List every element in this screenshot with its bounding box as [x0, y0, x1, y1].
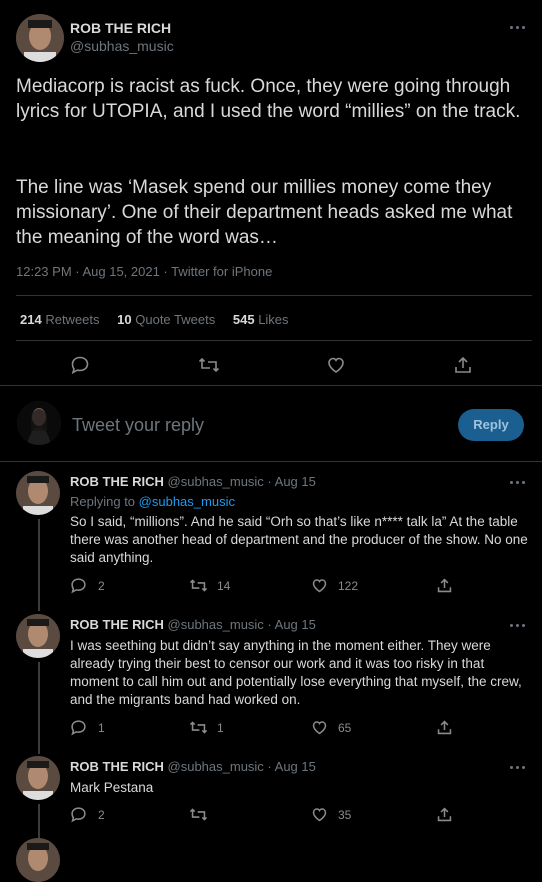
reply-author-handle-date[interactable]: @subhas_music · Aug 15: [168, 474, 316, 489]
divider: [0, 461, 542, 462]
retweet-count: 14: [217, 579, 231, 593]
reply-icon[interactable]: [70, 355, 90, 375]
reply-count: 2: [98, 808, 105, 822]
like-icon[interactable]: [311, 806, 328, 823]
retweet-icon[interactable]: [189, 806, 208, 823]
share-icon[interactable]: [436, 806, 453, 823]
retweet-icon[interactable]: [189, 577, 208, 594]
divider: [16, 295, 532, 296]
reply-text: Mark Pestana: [70, 780, 154, 795]
replying-to-link[interactable]: @subhas_music: [139, 494, 235, 509]
retweet-icon[interactable]: [189, 719, 208, 736]
like-count: 122: [338, 579, 359, 593]
main-tweet-text-1: Mediacorp is racist as fuck. Once, they …: [16, 76, 521, 122]
share-icon[interactable]: [453, 355, 473, 375]
main-author-handle[interactable]: @subhas_music: [70, 38, 174, 54]
like-count: 35: [338, 808, 352, 822]
replying-to: Replying to @subhas_music: [70, 494, 235, 509]
reply-icon[interactable]: [70, 577, 87, 594]
reply-count: 1: [98, 721, 105, 735]
like-icon[interactable]: [311, 577, 328, 594]
more-icon[interactable]: [508, 619, 528, 633]
main-author-name[interactable]: ROB THE RICH: [70, 20, 171, 36]
reply-count: 2: [98, 579, 105, 593]
reply-header: ROB THE RICH @subhas_music · Aug 15: [70, 759, 316, 774]
like-icon[interactable]: [326, 355, 346, 375]
reply-icon[interactable]: [70, 806, 87, 823]
main-tweet-meta[interactable]: 12:23 PM · Aug 15, 2021 · Twitter for iP…: [16, 264, 272, 279]
retweet-count: 1: [217, 721, 224, 735]
more-icon[interactable]: [508, 476, 528, 490]
reply-input[interactable]: Tweet your reply: [72, 415, 204, 436]
thread-line: [38, 519, 40, 611]
reply-author-name[interactable]: ROB THE RICH: [70, 617, 164, 632]
more-icon[interactable]: [508, 21, 528, 35]
like-icon[interactable]: [311, 719, 328, 736]
like-count: 65: [338, 721, 352, 735]
main-author-avatar[interactable]: [16, 14, 64, 62]
reply-icon[interactable]: [70, 719, 87, 736]
reply-text: I was seething but didn’t say anything i…: [70, 638, 522, 707]
retweets-stat[interactable]: 214 Retweets: [20, 312, 100, 327]
reply-author-avatar[interactable]: [16, 471, 60, 515]
share-icon[interactable]: [436, 577, 453, 594]
reply-header: ROB THE RICH @subhas_music · Aug 15: [70, 474, 316, 489]
user-avatar[interactable]: [17, 401, 61, 445]
main-tweet-stats: 214 Retweets 10 Quote Tweets 545 Likes: [20, 312, 289, 327]
reply-button[interactable]: Reply: [458, 409, 524, 441]
reply-author-handle-date[interactable]: @subhas_music · Aug 15: [168, 617, 316, 632]
reply-header: ROB THE RICH @subhas_music · Aug 15: [70, 617, 316, 632]
main-tweet-text-2: The line was ‘Masek spend our millies mo…: [16, 177, 513, 248]
reply-author-name[interactable]: ROB THE RICH: [70, 759, 164, 774]
reply-text: So I said, “millions”. And he said “Orh …: [70, 514, 528, 565]
reply-author-avatar[interactable]: [16, 614, 60, 658]
divider: [0, 385, 542, 386]
more-icon[interactable]: [508, 761, 528, 775]
likes-stat[interactable]: 545 Likes: [233, 312, 289, 327]
reply-author-name[interactable]: ROB THE RICH: [70, 474, 164, 489]
reply-author-avatar[interactable]: [16, 756, 60, 800]
reply-author-handle-date[interactable]: @subhas_music · Aug 15: [168, 759, 316, 774]
share-icon[interactable]: [436, 719, 453, 736]
thread-line: [38, 662, 40, 754]
reply-author-avatar[interactable]: [16, 838, 60, 882]
retweet-icon[interactable]: [198, 355, 220, 375]
divider: [16, 340, 532, 341]
quotes-stat[interactable]: 10 Quote Tweets: [117, 312, 215, 327]
